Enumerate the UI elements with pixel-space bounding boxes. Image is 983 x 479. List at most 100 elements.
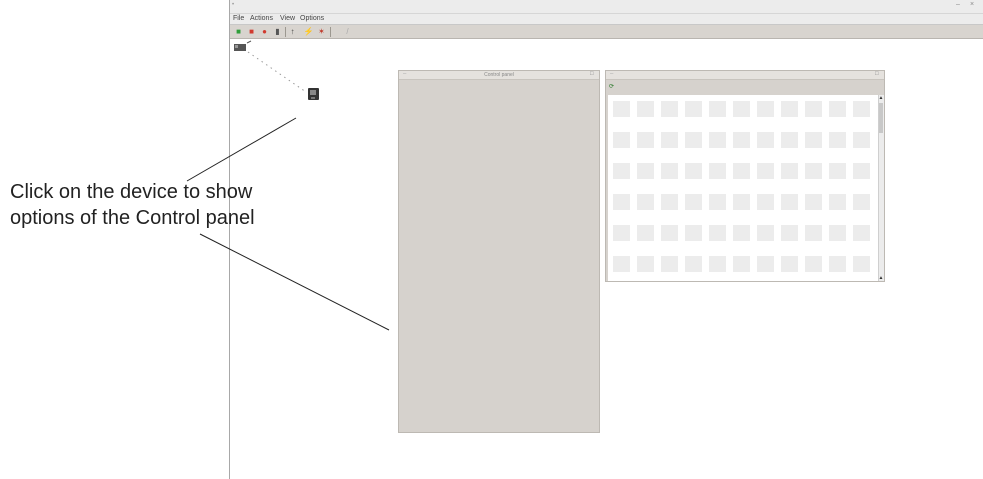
slot-grid: [608, 95, 870, 281]
grid-cell[interactable]: [757, 194, 774, 210]
stop-icon[interactable]: ■: [247, 27, 256, 36]
grid-panel-close-icon[interactable]: □: [875, 71, 879, 77]
grid-cell[interactable]: [709, 163, 726, 179]
grid-area: [608, 95, 878, 281]
grid-cell[interactable]: [685, 256, 702, 272]
grid-cell[interactable]: [613, 101, 630, 117]
minimize-icon[interactable]: –: [956, 1, 960, 8]
grid-cell[interactable]: [709, 256, 726, 272]
grid-cell[interactable]: [757, 101, 774, 117]
grid-cell[interactable]: [685, 101, 702, 117]
grid-cell[interactable]: [637, 132, 654, 148]
grid-cell[interactable]: [829, 256, 846, 272]
control-panel-title: Control panel: [484, 72, 514, 78]
toolbar: ■ ■ ● ▮ ↑ ⚡ ✶ /: [230, 25, 983, 39]
grid-cell[interactable]: [661, 101, 678, 117]
grid-cell[interactable]: [637, 101, 654, 117]
grid-cell[interactable]: [661, 256, 678, 272]
grid-cell[interactable]: [781, 256, 798, 272]
grid-cell[interactable]: [781, 163, 798, 179]
grid-cell[interactable]: [685, 225, 702, 241]
grid-cell[interactable]: [613, 163, 630, 179]
grid-cell[interactable]: [829, 132, 846, 148]
refresh-icon[interactable]: ⟳: [609, 84, 614, 90]
scroll-thumb[interactable]: [879, 103, 883, 133]
panel-menu-icon[interactable]: –: [610, 71, 613, 77]
scroll-up-icon[interactable]: ▲: [878, 95, 884, 101]
control-panel-close-icon[interactable]: □: [590, 71, 594, 77]
grid-cell[interactable]: [757, 225, 774, 241]
grid-cell[interactable]: [733, 132, 750, 148]
grid-cell[interactable]: [685, 163, 702, 179]
grid-cell[interactable]: [853, 132, 870, 148]
grid-cell[interactable]: [781, 132, 798, 148]
menu-view[interactable]: View: [280, 15, 295, 22]
grid-cell[interactable]: [733, 194, 750, 210]
grid-cell[interactable]: [733, 163, 750, 179]
grid-cell[interactable]: [853, 256, 870, 272]
info-icon[interactable]: ▮: [273, 27, 282, 36]
grid-cell[interactable]: [613, 256, 630, 272]
close-icon[interactable]: ×: [970, 1, 974, 8]
grid-cell[interactable]: [637, 163, 654, 179]
grid-cell[interactable]: [637, 194, 654, 210]
grid-cell[interactable]: [733, 256, 750, 272]
grid-cell[interactable]: [805, 194, 822, 210]
grid-cell[interactable]: [709, 225, 726, 241]
grid-cell[interactable]: [805, 163, 822, 179]
grid-cell[interactable]: [805, 256, 822, 272]
grid-cell[interactable]: [613, 132, 630, 148]
antenna-icon[interactable]: ↑: [288, 27, 297, 36]
grid-cell[interactable]: [805, 132, 822, 148]
grid-cell[interactable]: [685, 194, 702, 210]
grid-cell[interactable]: [805, 101, 822, 117]
grid-cell[interactable]: [637, 256, 654, 272]
grid-cell[interactable]: [661, 132, 678, 148]
menu-file[interactable]: File: [233, 15, 244, 22]
grid-cell[interactable]: [757, 163, 774, 179]
plug-icon[interactable]: ⚡: [304, 27, 314, 36]
grid-cell[interactable]: [853, 163, 870, 179]
grid-cell[interactable]: [661, 194, 678, 210]
grid-cell[interactable]: [853, 101, 870, 117]
scan-icon[interactable]: ✶: [317, 27, 326, 36]
refresh-icon[interactable]: ●: [260, 27, 269, 36]
menu-options[interactable]: Options: [300, 15, 324, 22]
grid-cell[interactable]: [733, 225, 750, 241]
grid-cell[interactable]: [709, 101, 726, 117]
add-icon[interactable]: ■: [234, 27, 243, 36]
grid-cell[interactable]: [637, 225, 654, 241]
router-icon[interactable]: [232, 40, 252, 54]
grid-cell[interactable]: [709, 194, 726, 210]
grid-cell[interactable]: [661, 163, 678, 179]
window-menu-icon[interactable]: •: [232, 2, 234, 8]
grid-cell[interactable]: [781, 225, 798, 241]
grid-cell[interactable]: [853, 194, 870, 210]
grid-cell[interactable]: [613, 194, 630, 210]
control-panel: – Control panel □: [398, 70, 600, 433]
device-icon[interactable]: [307, 86, 321, 102]
grid-cell[interactable]: [757, 256, 774, 272]
grid-cell[interactable]: [829, 101, 846, 117]
control-panel-titlebar: – Control panel □: [399, 71, 599, 80]
grid-cell[interactable]: [829, 194, 846, 210]
grid-cell[interactable]: [709, 132, 726, 148]
grid-cell[interactable]: [661, 225, 678, 241]
grid-cell[interactable]: [613, 225, 630, 241]
toolbar-separator: [285, 27, 286, 37]
menu-actions[interactable]: Actions: [250, 15, 273, 22]
grid-cell[interactable]: [805, 225, 822, 241]
scroll-down-icon[interactable]: ▲: [878, 275, 884, 281]
edit-icon[interactable]: /: [343, 27, 352, 36]
grid-cell[interactable]: [781, 101, 798, 117]
grid-cell[interactable]: [733, 101, 750, 117]
grid-cell[interactable]: [685, 132, 702, 148]
grid-cell[interactable]: [853, 225, 870, 241]
grid-panel-toolbar[interactable]: ⟳: [609, 83, 614, 90]
grid-cell[interactable]: [829, 163, 846, 179]
grid-cell[interactable]: [781, 194, 798, 210]
app-window: • – × File Actions View Options ■ ■ ● ▮ …: [229, 0, 983, 479]
grid-cell[interactable]: [829, 225, 846, 241]
grid-panel: – □ ⟳ ▲ ▲: [605, 70, 885, 282]
grid-cell[interactable]: [757, 132, 774, 148]
